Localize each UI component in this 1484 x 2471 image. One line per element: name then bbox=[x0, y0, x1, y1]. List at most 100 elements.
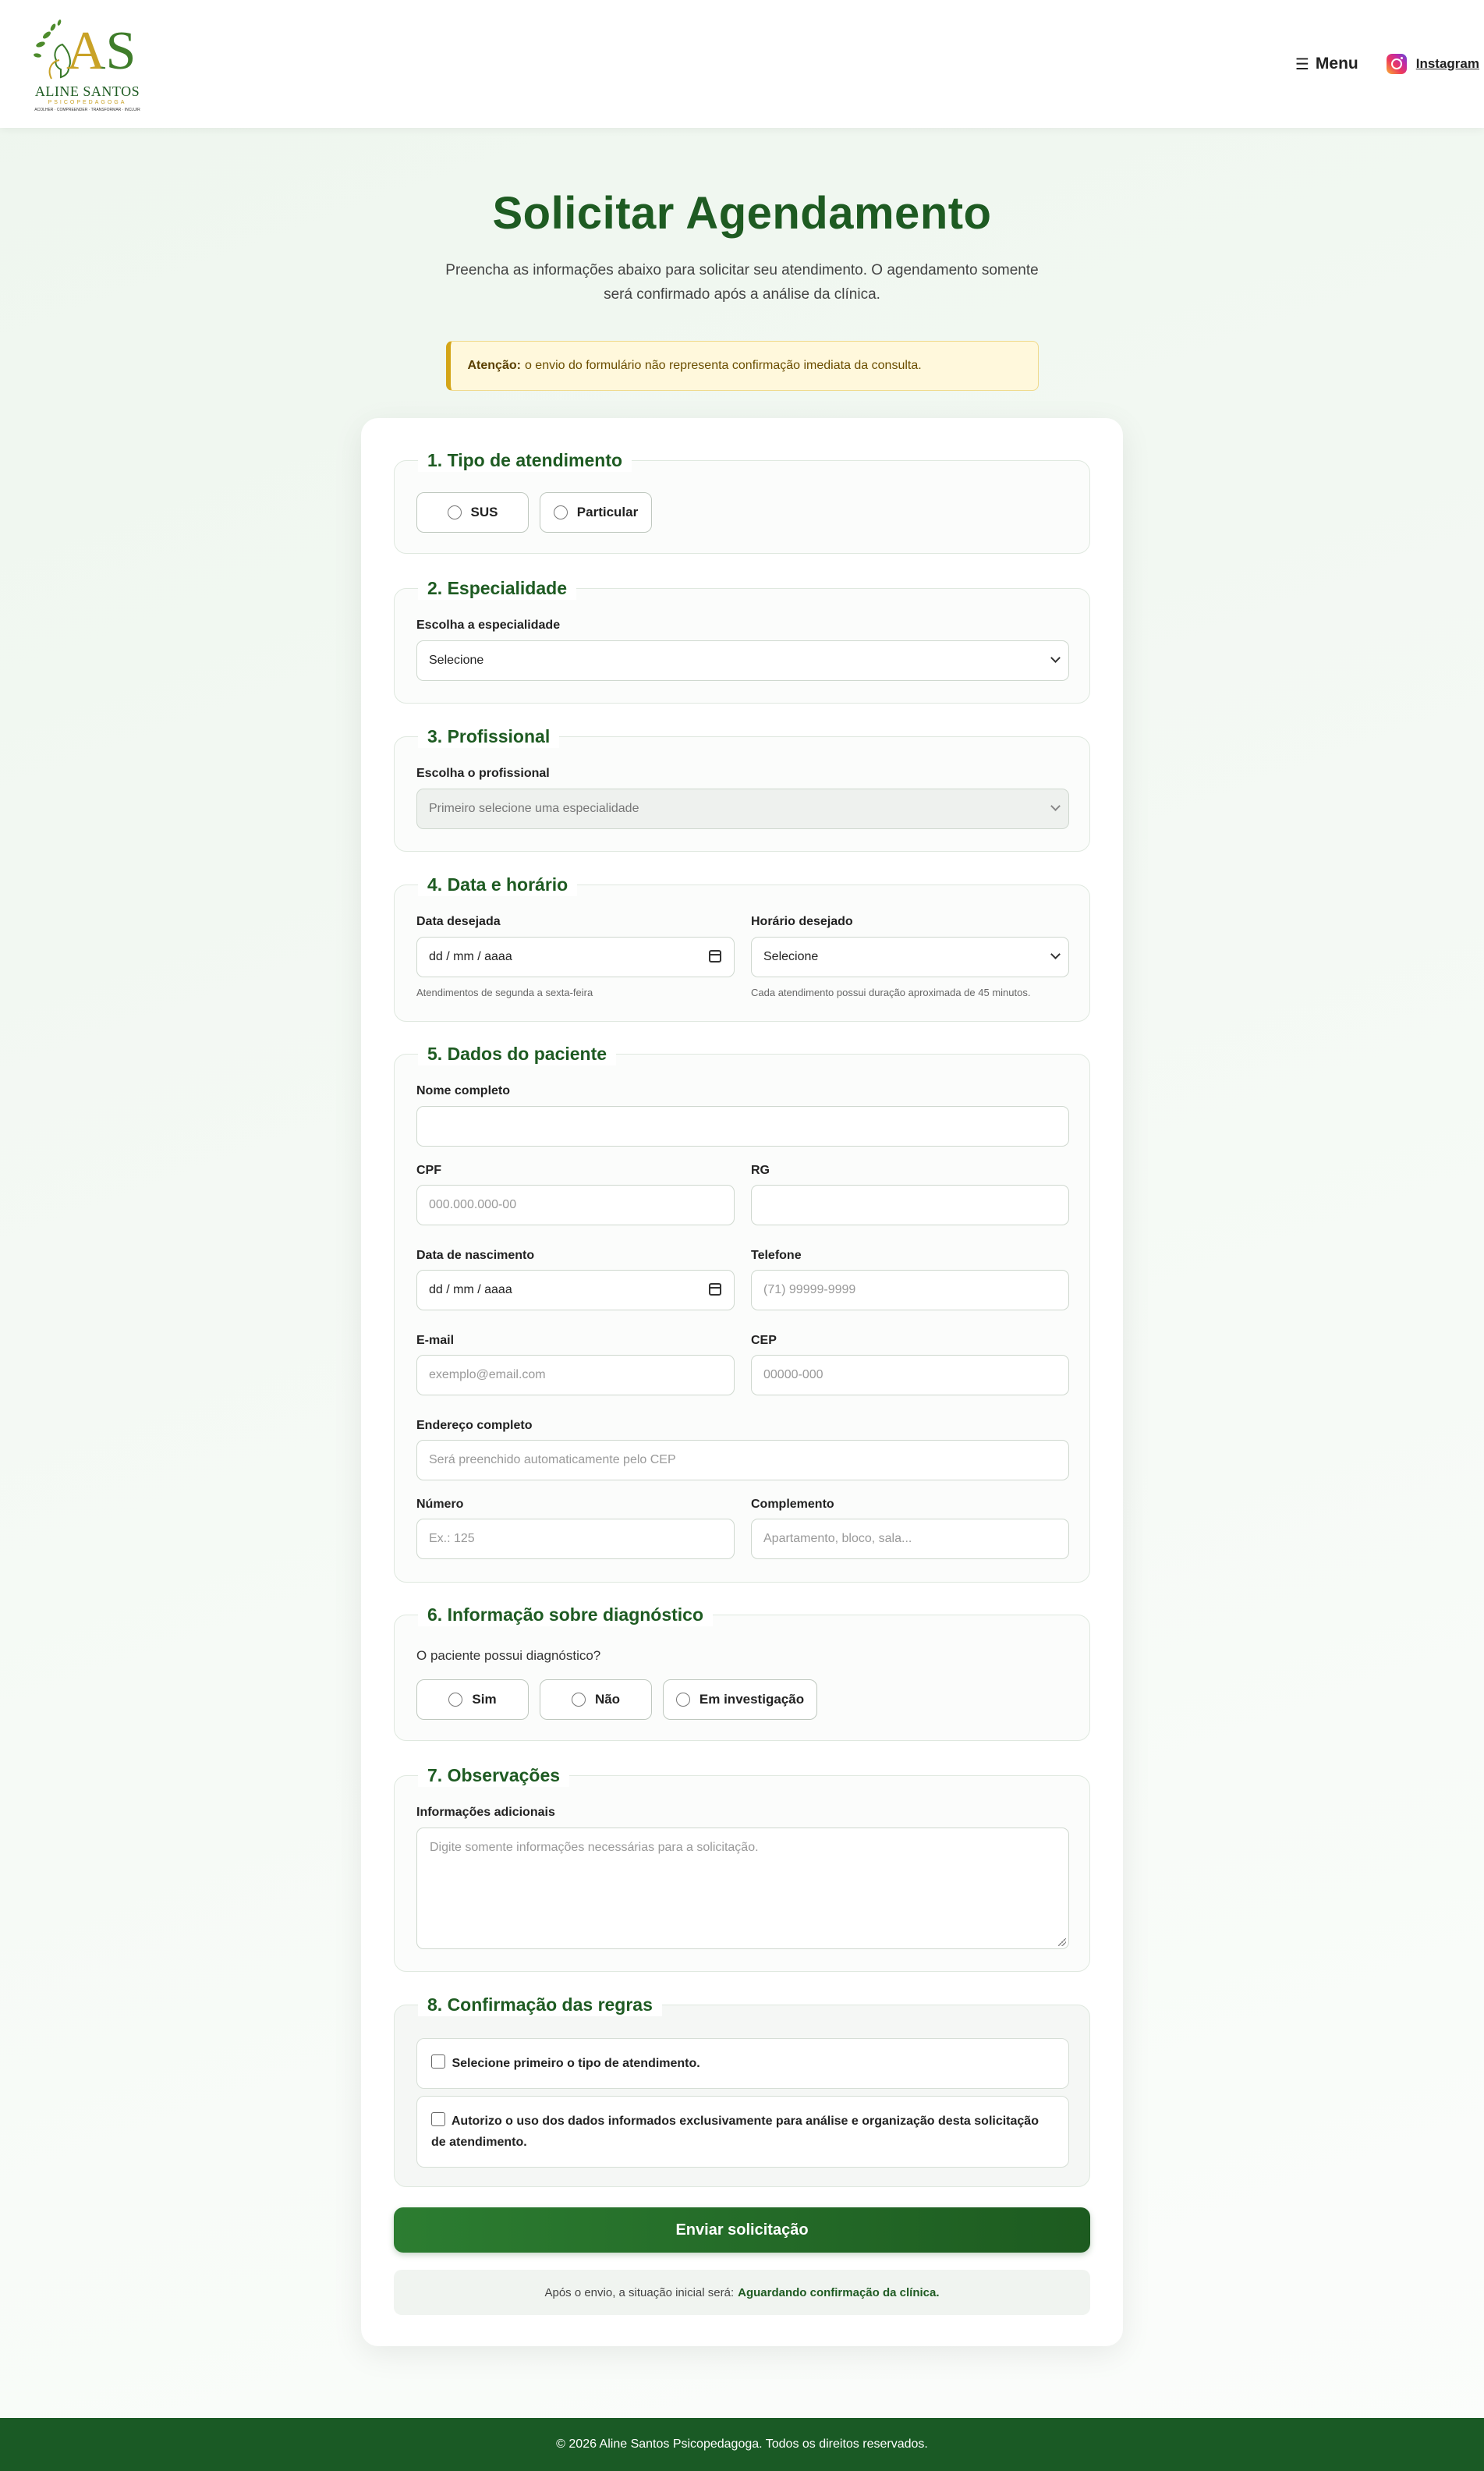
brand-logo[interactable]: AS ALINE SANTOS PSICOPEDAGOGA ACOLHER · … bbox=[23, 13, 151, 115]
checkbox-label: Autorizo o uso dos dados informados excl… bbox=[431, 2115, 1039, 2149]
logo-values: ACOLHER · COMPREENDER · TRANSFORMAR · IN… bbox=[34, 108, 140, 112]
section-specialty: 2. Especialidade Escolha a especialidade… bbox=[394, 576, 1090, 704]
diagnosis-question: O paciente possui diagnóstico? bbox=[416, 1648, 601, 1663]
number-label: Número bbox=[416, 1498, 464, 1511]
chevron-down-icon bbox=[1050, 653, 1061, 663]
chevron-down-icon bbox=[1050, 949, 1061, 959]
complement-input[interactable]: Apartamento, bloco, sala... bbox=[751, 1519, 1069, 1559]
radio-sim[interactable]: Sim bbox=[416, 1679, 529, 1720]
select-value: Selecione bbox=[763, 950, 819, 963]
section-professional: 3. Profissional Escolha o profissional P… bbox=[394, 725, 1090, 852]
hero-section: Solicitar Agendamento Preencha as inform… bbox=[0, 187, 1484, 391]
specialty-label: Escolha a especialidade bbox=[416, 619, 561, 632]
textarea-placeholder: Digite somente informações necessárias p… bbox=[430, 1841, 759, 1854]
page-subtitle: Preencha as informações abaixo para soli… bbox=[445, 262, 1039, 303]
cep-input[interactable]: 00000-000 bbox=[751, 1355, 1069, 1395]
calendar-icon[interactable] bbox=[709, 950, 721, 963]
check-rules[interactable]: Selecione primeiro o tipo de atendimento… bbox=[416, 2038, 1069, 2089]
radio-sus[interactable]: SUS bbox=[416, 492, 529, 533]
phone-input[interactable]: (71) 99999-9999 bbox=[751, 1270, 1069, 1310]
appointment-form: 1. Tipo de atendimento SUS Particular 2.… bbox=[361, 418, 1123, 2346]
logo-monogram: AS bbox=[66, 21, 136, 81]
observations-textarea[interactable]: Digite somente informações necessárias p… bbox=[416, 1828, 1069, 1949]
radio-circle bbox=[553, 505, 568, 519]
section-title: 7. Observações bbox=[418, 1764, 570, 1787]
radio-label: Sim bbox=[472, 1692, 497, 1707]
checkbox[interactable] bbox=[431, 2112, 445, 2126]
radio-circle bbox=[447, 505, 462, 519]
logo-name: ALINE SANTOS bbox=[34, 83, 140, 99]
status-value: Aguardando confirmação da clínica. bbox=[738, 2285, 940, 2299]
attention-alert: Atenção: o envio do formulário não repre… bbox=[445, 341, 1039, 391]
checkbox[interactable] bbox=[431, 2054, 445, 2069]
radio-label: Particular bbox=[576, 505, 639, 519]
radio-nao[interactable]: Não bbox=[540, 1679, 652, 1720]
time-label: Horário desejado bbox=[751, 915, 853, 928]
date-value: dd / mm / aaaa bbox=[429, 1283, 512, 1296]
chevron-down-icon bbox=[1050, 801, 1061, 811]
section-title: 4. Data e horário bbox=[418, 873, 578, 896]
birth-label: Data de nascimento bbox=[416, 1249, 535, 1262]
section-patient-data: 5. Dados do paciente Nome completo CPF 0… bbox=[394, 1042, 1090, 1583]
input-placeholder: 000.000.000-00 bbox=[429, 1198, 517, 1211]
instagram-link[interactable]: Instagram bbox=[1386, 54, 1479, 74]
input-placeholder: Ex.: 125 bbox=[429, 1532, 475, 1545]
menu-button[interactable]: ☰ Menu bbox=[1295, 55, 1358, 74]
resize-handle-icon[interactable] bbox=[1058, 1938, 1066, 1946]
date-input[interactable]: dd / mm / aaaa bbox=[416, 937, 735, 977]
section-service-type: 1. Tipo de atendimento SUS Particular bbox=[394, 448, 1090, 554]
cpf-input[interactable]: 000.000.000-00 bbox=[416, 1185, 735, 1225]
date-value: dd / mm / aaaa bbox=[429, 950, 512, 963]
name-input[interactable] bbox=[416, 1106, 1069, 1147]
section-title: 6. Informação sobre diagnóstico bbox=[418, 1603, 714, 1626]
header-nav: ☰ Menu Instagram bbox=[1295, 54, 1479, 74]
section-title: 3. Profissional bbox=[418, 725, 560, 748]
radio-particular[interactable]: Particular bbox=[540, 492, 652, 533]
rg-label: RG bbox=[751, 1164, 770, 1177]
time-select[interactable]: Selecione bbox=[751, 937, 1069, 977]
instagram-label: Instagram bbox=[1415, 56, 1479, 71]
footer-text: © 2026 Aline Santos Psicopedagoga. Todos… bbox=[556, 2437, 928, 2451]
submit-button[interactable]: Enviar solicitação bbox=[394, 2207, 1090, 2253]
input-placeholder: Apartamento, bloco, sala... bbox=[763, 1532, 912, 1545]
cpf-label: CPF bbox=[416, 1164, 441, 1177]
professional-label: Escolha o profissional bbox=[416, 767, 550, 780]
alert-text: o envio do formulário não representa con… bbox=[524, 359, 922, 372]
email-input[interactable]: exemplo@email.com bbox=[416, 1355, 735, 1395]
calendar-icon[interactable] bbox=[709, 1283, 721, 1296]
hamburger-icon: ☰ bbox=[1295, 55, 1309, 73]
logo-tagline: PSICOPEDAGOGA bbox=[48, 100, 127, 105]
number-input[interactable]: Ex.: 125 bbox=[416, 1519, 735, 1559]
name-label: Nome completo bbox=[416, 1084, 511, 1097]
section-diagnosis: 6. Informação sobre diagnóstico O pacien… bbox=[394, 1603, 1090, 1741]
check-data-consent[interactable]: Autorizo o uso dos dados informados excl… bbox=[416, 2096, 1069, 2168]
radio-label: SUS bbox=[470, 505, 498, 519]
observations-label: Informações adicionais bbox=[416, 1806, 555, 1819]
section-rules-confirmation: 8. Confirmação das regras Selecione prim… bbox=[394, 1993, 1090, 2187]
rg-input[interactable] bbox=[751, 1185, 1069, 1225]
time-hint: Cada atendimento possui duração aproxima… bbox=[751, 987, 1031, 998]
instagram-icon bbox=[1386, 54, 1407, 74]
section-title: 5. Dados do paciente bbox=[418, 1042, 617, 1065]
date-label: Data desejada bbox=[416, 915, 501, 928]
radio-label: Não bbox=[594, 1692, 621, 1707]
address-input[interactable]: Será preenchido automaticamente pelo CEP bbox=[416, 1440, 1069, 1480]
email-label: E-mail bbox=[416, 1334, 455, 1347]
section-observations: 7. Observações Informações adicionais Di… bbox=[394, 1764, 1090, 1972]
complement-label: Complemento bbox=[751, 1498, 834, 1511]
menu-label: Menu bbox=[1315, 55, 1358, 73]
input-placeholder: 00000-000 bbox=[763, 1368, 823, 1381]
professional-select[interactable]: Primeiro selecione uma especialidade bbox=[416, 789, 1069, 829]
birth-date-input[interactable]: dd / mm / aaaa bbox=[416, 1270, 735, 1310]
select-value: Primeiro selecione uma especialidade bbox=[429, 802, 639, 815]
radio-circle bbox=[675, 1693, 690, 1707]
alert-strong: Atenção: bbox=[467, 359, 521, 372]
radio-em-investigacao[interactable]: Em investigação bbox=[663, 1679, 817, 1720]
specialty-select[interactable]: Selecione bbox=[416, 640, 1069, 681]
status-note: Após o envio, a situação inicial será: A… bbox=[394, 2270, 1090, 2315]
section-title: 2. Especialidade bbox=[418, 576, 576, 600]
address-label: Endereço completo bbox=[416, 1419, 533, 1432]
input-placeholder: exemplo@email.com bbox=[429, 1368, 546, 1381]
site-footer: © 2026 Aline Santos Psicopedagoga. Todos… bbox=[0, 2418, 1484, 2471]
section-date-time: 4. Data e horário Data desejada dd / mm … bbox=[394, 873, 1090, 1022]
